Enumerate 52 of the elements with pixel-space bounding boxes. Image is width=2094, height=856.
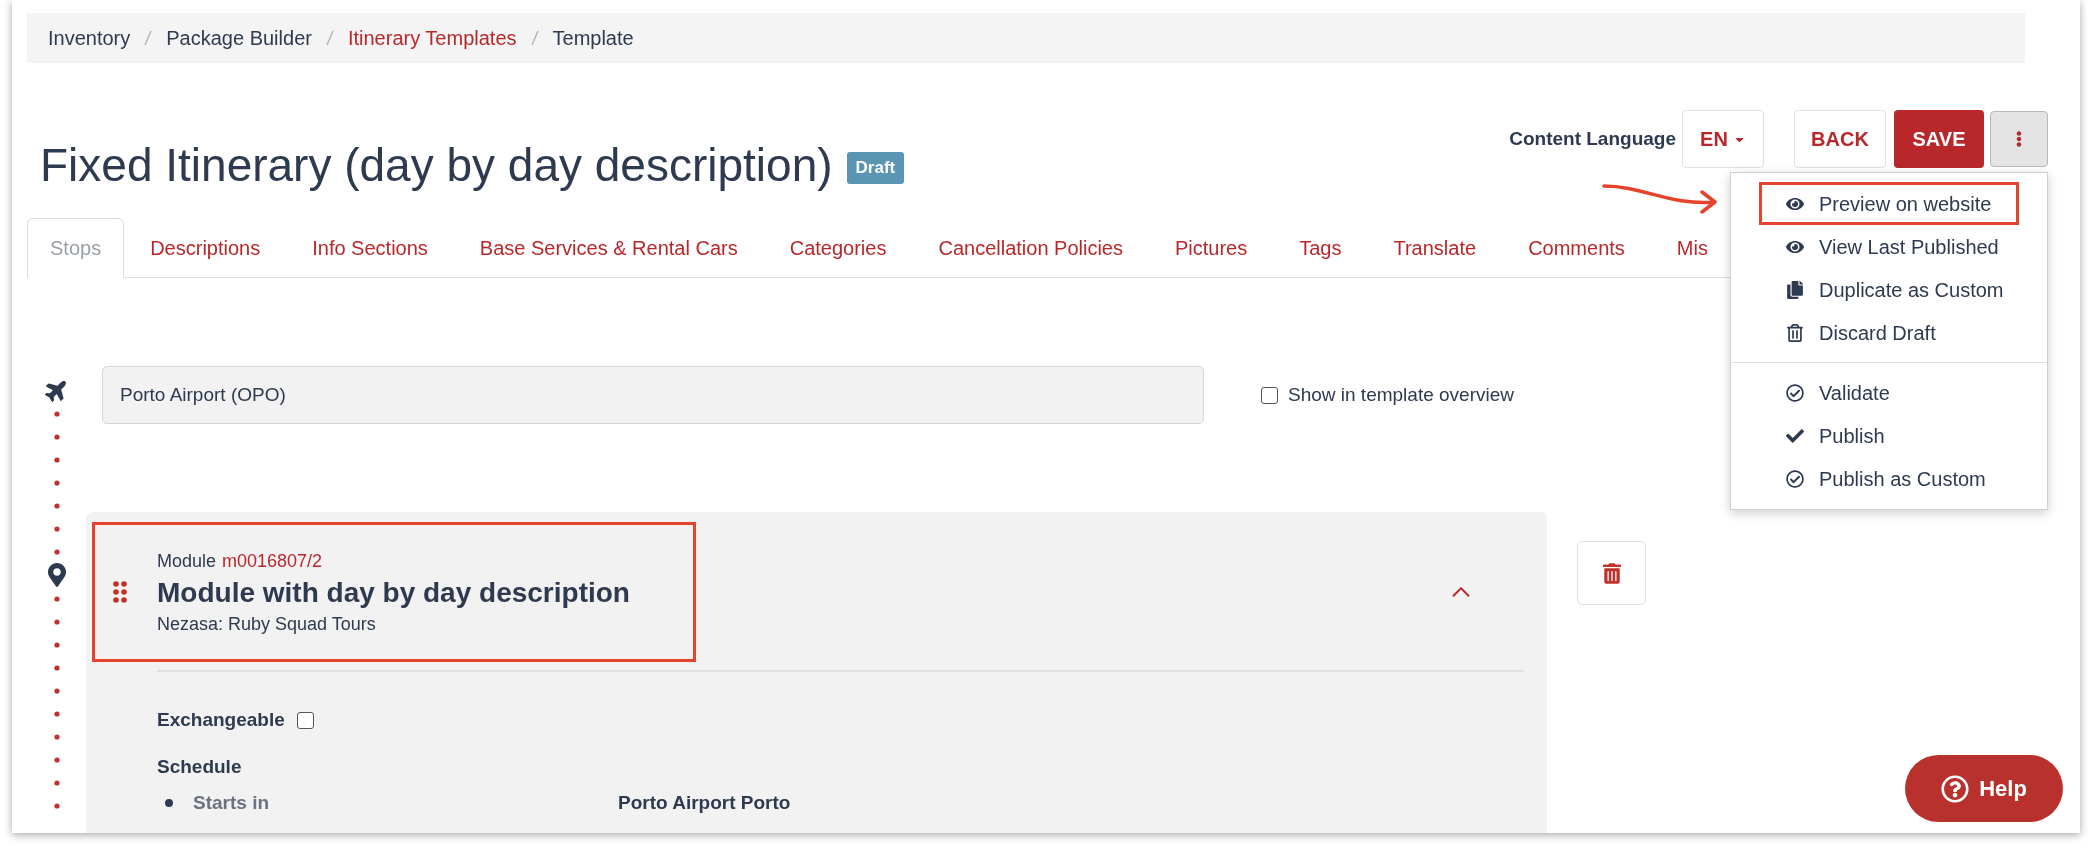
menu-item[interactable]: Publish as Custom: [1759, 457, 2019, 500]
module-label: Module: [157, 550, 217, 573]
tab[interactable]: Info Sections: [286, 218, 454, 278]
trash-icon: [1602, 562, 1621, 584]
breadcrumb-item: Template: [552, 26, 634, 51]
schedule-heading: Schedule: [157, 754, 243, 779]
tab[interactable]: Translate: [1367, 218, 1503, 278]
module-supplier: Nezasa: Ruby Squad Tours: [157, 613, 377, 636]
tab[interactable]: Categories: [763, 218, 913, 278]
content-language-label: Content Language: [1509, 126, 1676, 151]
page-title: Fixed Itinerary (day by day description): [40, 138, 833, 193]
check-icon: [1786, 426, 1804, 445]
documents-icon: [1786, 280, 1804, 299]
save-button[interactable]: SAVE: [1894, 110, 1984, 168]
schedule-label: Starts in: [193, 791, 271, 815]
tab[interactable]: Tags: [1273, 218, 1368, 278]
slash-icon: [325, 30, 334, 46]
menu-item[interactable]: Preview on website: [1759, 182, 2019, 225]
drag-handle-icon: [113, 581, 127, 603]
menu-item[interactable]: View Last Published: [1759, 225, 2019, 268]
language-dropdown[interactable]: EN: [1682, 110, 1764, 168]
menu-item[interactable]: Validate: [1759, 371, 2019, 414]
map-pin-icon: [46, 563, 68, 587]
status-badge: Draft: [846, 152, 905, 184]
module-id-link[interactable]: m0016807/2: [222, 548, 323, 574]
tab[interactable]: Pictures: [1149, 218, 1274, 278]
stop-field[interactable]: Porto Airport (OPO): [102, 366, 1204, 424]
slash-icon: [144, 30, 153, 46]
back-button[interactable]: BACK: [1794, 110, 1886, 168]
trash-icon: [1786, 323, 1804, 342]
tab[interactable]: Base Services & Rental Cars: [453, 218, 764, 278]
slash-icon: [530, 30, 539, 46]
checkbox[interactable]: [296, 711, 314, 729]
bullet-icon: [165, 799, 173, 808]
tab[interactable]: Cancellation Policies: [912, 218, 1149, 278]
tab[interactable]: Mis: [1650, 218, 1734, 278]
delete-button[interactable]: [1577, 541, 1646, 605]
help-icon: [1941, 774, 1970, 803]
tab[interactable]: Descriptions: [124, 218, 287, 278]
breadcrumb-item: Package Builder: [166, 26, 312, 51]
schedule-value: Porto Airport Porto: [618, 791, 791, 815]
checkbox-label: Show in template overview: [1288, 382, 1514, 407]
exchangeable-label: Exchangeable: [157, 708, 285, 732]
menu-item[interactable]: Publish: [1759, 414, 2019, 457]
help-button[interactable]: Help: [1905, 755, 2063, 822]
menu-item[interactable]: Discard Draft: [1759, 311, 2019, 354]
menu-item[interactable]: Duplicate as Custom: [1759, 268, 2019, 311]
module-title: Module with day by day description: [157, 576, 630, 610]
checkbox[interactable]: [1261, 386, 1278, 404]
breadcrumb-item: Inventory: [48, 26, 131, 51]
breadcrumb-link[interactable]: Itinerary Templates: [347, 23, 517, 53]
tab[interactable]: Comments: [1502, 218, 1651, 278]
